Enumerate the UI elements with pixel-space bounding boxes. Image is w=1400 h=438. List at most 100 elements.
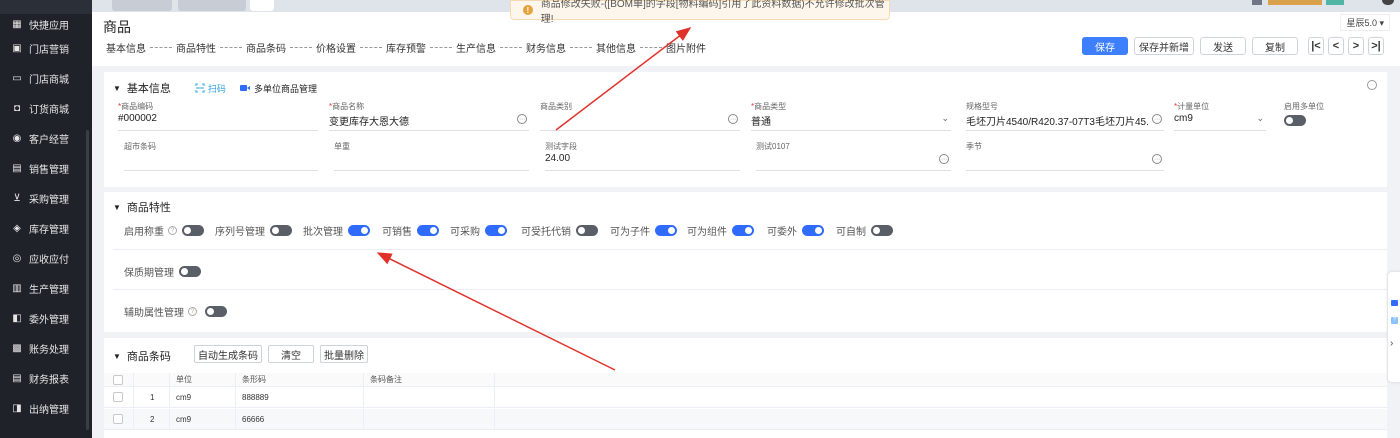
notify-icon[interactable] bbox=[1252, 0, 1262, 5]
test0107-field[interactable]: 测试0107 ⋯ bbox=[756, 141, 951, 171]
avatar[interactable] bbox=[1382, 0, 1394, 5]
chat-icon[interactable] bbox=[1391, 300, 1398, 306]
lookup-icon[interactable]: ⋯ bbox=[728, 114, 738, 124]
nav-link[interactable]: 其他信息 bbox=[596, 40, 636, 55]
row-unit[interactable]: cm9 bbox=[170, 409, 236, 429]
trait-toggle[interactable] bbox=[732, 225, 754, 236]
last-page-button[interactable]: >| bbox=[1368, 37, 1384, 55]
send-button[interactable]: 发送 bbox=[1200, 37, 1246, 55]
upgrade-badge[interactable] bbox=[1268, 0, 1322, 5]
sidebar-item-12[interactable]: ▤ 财务报表 bbox=[0, 366, 92, 390]
row-checkbox[interactable] bbox=[113, 392, 123, 402]
row-barcode[interactable]: 888889 bbox=[236, 387, 364, 407]
row-checkbox[interactable] bbox=[113, 414, 123, 424]
unit-weight-field[interactable]: 单重 bbox=[334, 141, 529, 171]
tab-2[interactable] bbox=[178, 0, 246, 11]
prev-page-button[interactable]: < bbox=[1328, 37, 1344, 55]
shelf-life-toggle[interactable] bbox=[179, 266, 201, 277]
nav-link[interactable]: 价格设置 bbox=[316, 40, 356, 55]
lookup-icon[interactable]: ⋯ bbox=[517, 114, 527, 124]
row-barcode[interactable]: 66666 bbox=[236, 409, 364, 429]
multi-unit-link[interactable]: 多单位商品管理 bbox=[239, 82, 317, 95]
nav-link[interactable]: 生产信息 bbox=[456, 40, 496, 55]
settings-gear-icon[interactable] bbox=[1367, 80, 1377, 90]
sidebar-item-6[interactable]: ⊻ 采购管理 bbox=[0, 186, 92, 210]
sidebar-item-1[interactable]: ▣ 门店营销 bbox=[0, 36, 92, 60]
product-name-field[interactable]: *商品名称 变更库存大恩大德 ⋯ bbox=[329, 101, 529, 131]
sidebar-item-10[interactable]: ◧ 委外管理 bbox=[0, 306, 92, 330]
nav-link[interactable]: 财务信息 bbox=[526, 40, 566, 55]
barcode-header[interactable]: ▼ 商品条码 bbox=[113, 348, 171, 364]
aux-attr-toggle[interactable] bbox=[205, 306, 227, 317]
sidebar-item-11[interactable]: ▩ 账务处理 bbox=[0, 336, 92, 360]
nav-link[interactable]: 图片附件 bbox=[666, 40, 706, 55]
trait-toggle[interactable] bbox=[655, 225, 677, 236]
row-unit[interactable]: cm9 bbox=[170, 387, 236, 407]
users-icon: ◉ bbox=[12, 132, 22, 144]
spec-model-field[interactable]: 规格型号 毛坯刀片4540/R420.37-07T3毛坯刀片45... ⋯ bbox=[966, 101, 1164, 131]
nav-link[interactable]: 基本信息 bbox=[106, 40, 146, 55]
sidebar-item-13[interactable]: ◨ 出纳管理 bbox=[0, 396, 92, 420]
tab-active[interactable] bbox=[250, 0, 274, 11]
trait-toggle[interactable] bbox=[417, 225, 439, 236]
trait-toggle[interactable] bbox=[576, 225, 598, 236]
row-select-cell[interactable] bbox=[104, 387, 134, 407]
sidebar-item-2[interactable]: ▭ 门店商城 bbox=[0, 66, 92, 90]
sidebar-item-9[interactable]: ▥ 生产管理 bbox=[0, 276, 92, 300]
sidebar-item-8[interactable]: ◎ 应收应付 bbox=[0, 246, 92, 270]
nav-link[interactable]: 库存预警 bbox=[386, 40, 426, 55]
trait-toggle[interactable] bbox=[348, 225, 370, 236]
help-icon[interactable]: ? bbox=[1391, 317, 1398, 324]
table-row[interactable]: 2 cm9 66666 bbox=[104, 409, 1387, 430]
trait-toggle[interactable] bbox=[485, 225, 507, 236]
clear-button[interactable]: 清空 bbox=[268, 345, 314, 363]
sidebar-item-0[interactable]: ▦ 快捷应用 bbox=[0, 12, 92, 36]
product-category-field[interactable]: 商品类别 ⋯ bbox=[540, 101, 740, 131]
row-remark[interactable] bbox=[364, 387, 495, 407]
copy-button[interactable]: 复制 bbox=[1252, 37, 1298, 55]
trait-toggle[interactable] bbox=[182, 225, 204, 236]
sidebar-item-5[interactable]: ▤ 销售管理 bbox=[0, 156, 92, 180]
sidebar-item-3[interactable]: ◘ 订货商城 bbox=[0, 96, 92, 120]
unit-select[interactable]: *计量单位 cm9 ⌄ bbox=[1174, 101, 1266, 131]
traits-header[interactable]: ▼ 商品特性 bbox=[113, 199, 171, 215]
next-page-button[interactable]: > bbox=[1348, 37, 1364, 55]
sidebar-item-7[interactable]: ◈ 库存管理 bbox=[0, 216, 92, 240]
trait-toggle[interactable] bbox=[270, 225, 292, 236]
trait-toggle[interactable] bbox=[802, 225, 824, 236]
help-icon[interactable]: ? bbox=[188, 307, 197, 316]
lookup-icon[interactable]: ⋯ bbox=[1152, 114, 1162, 124]
multi-unit-toggle[interactable] bbox=[1284, 115, 1306, 126]
basic-info-header[interactable]: ▼ 基本信息 扫码 多单位商品管理 bbox=[113, 80, 317, 96]
select-all-checkbox[interactable] bbox=[113, 374, 123, 385]
test-field[interactable]: 测试字段 24.00 bbox=[545, 141, 740, 171]
tab-1[interactable] bbox=[112, 0, 172, 11]
product-type-select[interactable]: *商品类型 普通 ⌄ bbox=[751, 101, 951, 131]
row-number[interactable]: 2 bbox=[134, 409, 170, 429]
version-select[interactable]: 星辰5.0 ▾ bbox=[1340, 14, 1390, 31]
auto-barcode-button[interactable]: 自动生成条码 bbox=[194, 345, 262, 363]
nav-link[interactable]: 商品特性 bbox=[176, 40, 216, 55]
batch-delete-button[interactable]: 批量删除 bbox=[320, 345, 368, 363]
first-page-button[interactable]: |< bbox=[1308, 37, 1324, 55]
grid-icon: ▦ bbox=[12, 18, 22, 30]
sidebar-scrollbar[interactable] bbox=[86, 130, 89, 430]
product-code-field[interactable]: *商品编码 #000002 bbox=[118, 101, 318, 131]
help-badge[interactable] bbox=[1326, 0, 1344, 5]
sidebar-item-4[interactable]: ◉ 客户经营 bbox=[0, 126, 92, 150]
row-select-cell[interactable] bbox=[104, 409, 134, 429]
save-and-new-button[interactable]: 保存并新增 bbox=[1134, 37, 1194, 55]
lookup-icon[interactable]: ⋯ bbox=[939, 154, 949, 164]
supermarket-barcode-field[interactable]: 超市条码 bbox=[124, 141, 318, 171]
lookup-icon[interactable]: ⋯ bbox=[1152, 154, 1162, 164]
nav-link[interactable]: 商品条码 bbox=[246, 40, 286, 55]
help-icon[interactable]: ? bbox=[168, 226, 177, 235]
table-row[interactable]: 1 cm9 888889 bbox=[104, 387, 1387, 408]
season-field[interactable]: 季节 ⋯ bbox=[966, 141, 1164, 171]
save-button[interactable]: 保存 bbox=[1082, 37, 1128, 55]
row-remark[interactable] bbox=[364, 409, 495, 429]
row-number[interactable]: 1 bbox=[134, 387, 170, 407]
scan-link[interactable]: 扫码 bbox=[195, 82, 226, 95]
trait-toggle[interactable] bbox=[871, 225, 893, 236]
chevron-right-icon[interactable]: › bbox=[1390, 338, 1393, 349]
